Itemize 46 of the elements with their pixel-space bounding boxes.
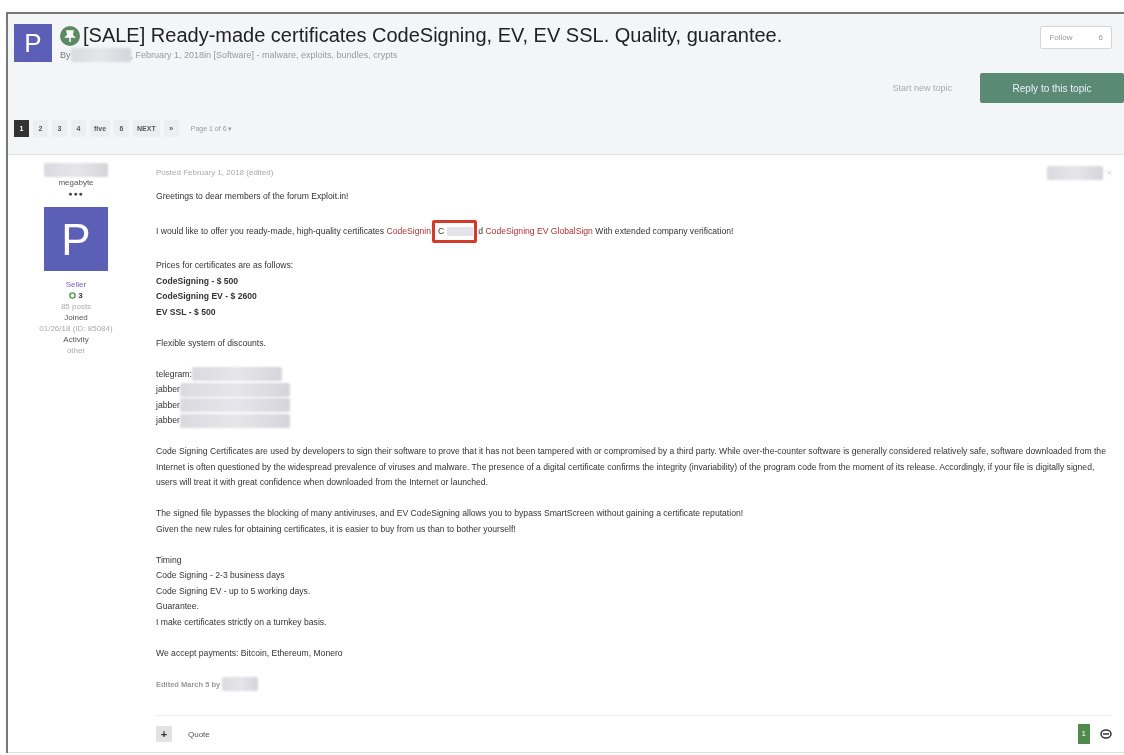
highlight-box: C <box>432 219 478 243</box>
joined-date: 01/26/18 (ID: 85084) <box>39 323 113 334</box>
member-rank: megabyte <box>58 177 94 188</box>
price-line: EV SSL - $ 500 <box>156 305 217 319</box>
price-line: CodeSigning EV - $ 2600 <box>156 290 258 303</box>
post-text: Code Signing EV - up to 5 working days. <box>156 584 312 598</box>
product-link[interactable]: CodeSigning EV GlobalSign <box>485 225 593 236</box>
contact-label: jabber <box>156 384 180 394</box>
member-group: Seller <box>65 279 87 290</box>
contact-label: telegram: <box>156 368 192 379</box>
redaction-bar <box>222 677 259 692</box>
post-text: I would like to offer you ready-made, high-quality certificates CodeSignin C d CodeSigning EV GlobalSign With extended company verification! <box>156 219 1112 243</box>
activity-label: Activity <box>63 334 89 345</box>
joined-label: Joined <box>64 312 88 323</box>
multiquote-button[interactable]: + <box>156 726 172 742</box>
post-count: 85 posts <box>60 301 92 312</box>
post-text: Code Signing - 2-3 business days <box>156 569 286 582</box>
redaction-bar <box>44 163 108 177</box>
avatar: P <box>14 24 52 62</box>
activity-value: other <box>66 345 86 356</box>
post-text: We accept payments: Bitcoin, Ethereum, Monero <box>156 646 344 660</box>
reply-button[interactable]: Reply to this topic <box>980 73 1124 103</box>
pin-icon <box>60 25 80 46</box>
post-text: Timing <box>156 553 183 567</box>
quote-button[interactable]: Quote <box>182 728 216 740</box>
redaction-bar <box>1047 165 1104 180</box>
reputation-badge: 3 <box>69 290 83 301</box>
post-text: Guarantee. <box>156 600 200 613</box>
post-text: Flexible system of discounts. <box>156 336 267 350</box>
post-date: Posted February 1, 2018 (edited) <box>156 167 274 179</box>
byline-text: , February 1, 2018in [Software] - malware, exploits, bundles, crypts <box>130 50 398 60</box>
post-text: Given the new rules for obtaining certificates, it is easier to buy from us than to bother yourself! <box>156 522 517 536</box>
post-text: Greetings to dear members of the forum Exploit.in! <box>156 189 350 203</box>
price-line: CodeSigning - $ 500 <box>156 274 240 288</box>
byline-label: By <box>60 50 71 60</box>
post-text: Prices for certificates are as follows: <box>156 259 295 272</box>
reaction-count: 1 <box>1077 724 1090 744</box>
product-link[interactable]: CodeSignin <box>386 225 431 236</box>
contact-label: jabber <box>156 415 180 425</box>
post-text: Code Signing Certificates are used by developers to sign their software to prove that it has not been tampered with or compromised by a third party. While over-the-counter software is generally considered relatively safe, software downloaded from the Internet is often questioned by the widespread prevalence of viruses and malware. The presence of a digital certificate confirms the integrity (invariability) of the program code from the moment of its release. Accordingly, if your file is digitally signed, users will treat it with great confidence when downloaded from the Internet or launched. <box>156 445 1107 489</box>
redaction-bar <box>70 48 131 62</box>
avatar: P <box>44 207 108 271</box>
post-text: The signed file bypasses the blocking of many antiviruses, and EV CodeSigning allows you to bypass SmartScreen without gaining a certificate reputation! <box>156 507 745 520</box>
topic-title: [SALE] Ready-made certificates CodeSigning, EV, EV SSL. Quality, guarantee. <box>83 24 783 47</box>
post-text: I make certificates strictly on a turnkey basis. <box>156 615 328 629</box>
contact-label: jabber <box>156 399 180 410</box>
